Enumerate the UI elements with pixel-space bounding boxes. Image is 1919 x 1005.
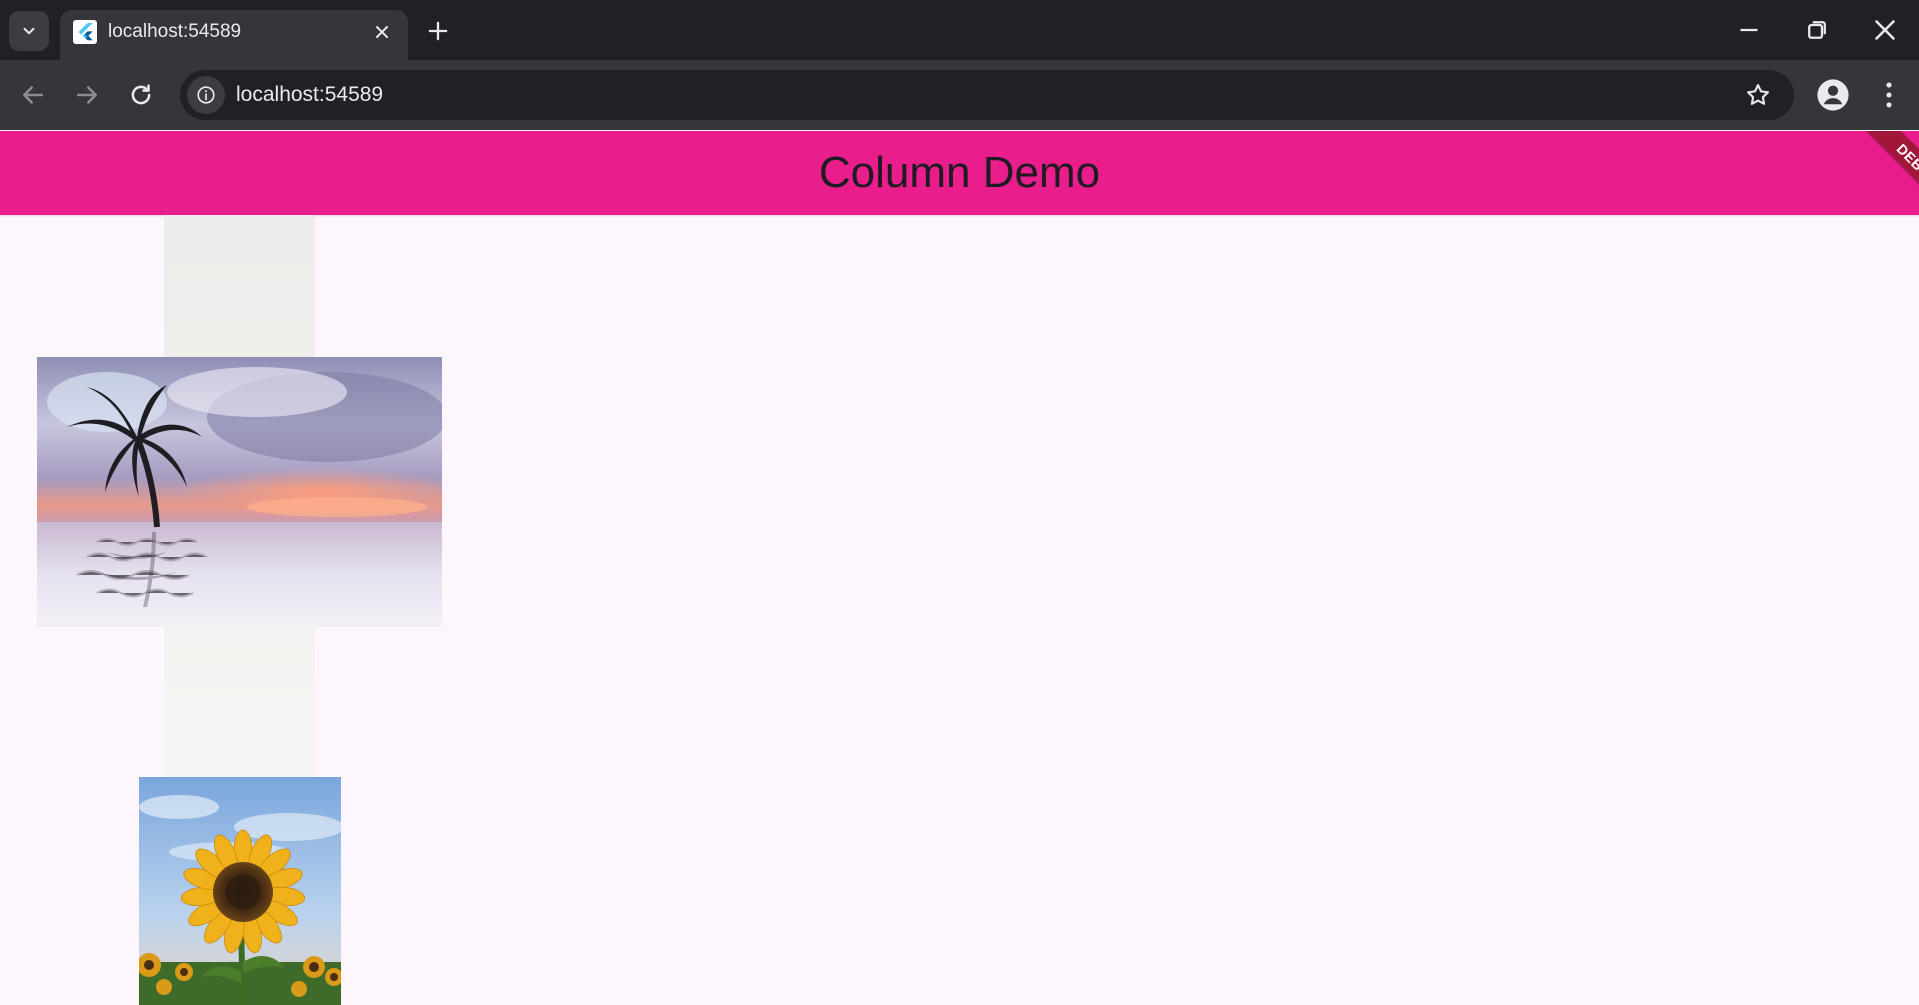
tab-search-button[interactable]: [9, 11, 49, 51]
reload-icon[interactable]: [126, 80, 156, 110]
flutter-favicon-icon: [73, 20, 97, 44]
page-title: Column Demo: [818, 148, 1101, 197]
browser-toolbar: localhost:54589: [0, 60, 1919, 130]
minimize-icon[interactable]: [1732, 13, 1766, 47]
chevron-down-icon: [23, 27, 35, 35]
bookmark-star-icon[interactable]: [1744, 81, 1772, 109]
back-arrow-icon[interactable]: [18, 80, 48, 110]
forward-arrow-icon[interactable]: [72, 80, 102, 110]
tab-title: localhost:54589: [108, 21, 242, 42]
info-icon: [197, 86, 215, 104]
site-info-button[interactable]: [187, 76, 225, 114]
debug-banner: DEBUG: [1829, 131, 1919, 221]
url-text: localhost:54589: [236, 83, 384, 106]
palm-tree-sunset-image: [37, 357, 442, 627]
app-bar: Column Demo: [0, 131, 1919, 215]
browser-tab[interactable]: localhost:54589: [60, 10, 408, 60]
sunflower-image: [139, 777, 341, 1005]
more-vert-icon[interactable]: [1872, 78, 1906, 112]
close-tab-icon[interactable]: [370, 20, 394, 44]
browser-tab-strip: localhost:54589: [0, 0, 1919, 60]
address-bar[interactable]: localhost:54589: [180, 70, 1794, 120]
debug-banner-label: DEBUG: [1856, 131, 1919, 221]
new-tab-icon[interactable]: [424, 17, 452, 45]
profile-avatar-icon[interactable]: [1816, 78, 1850, 112]
close-window-icon[interactable]: [1868, 13, 1902, 47]
restore-icon[interactable]: [1800, 13, 1834, 47]
